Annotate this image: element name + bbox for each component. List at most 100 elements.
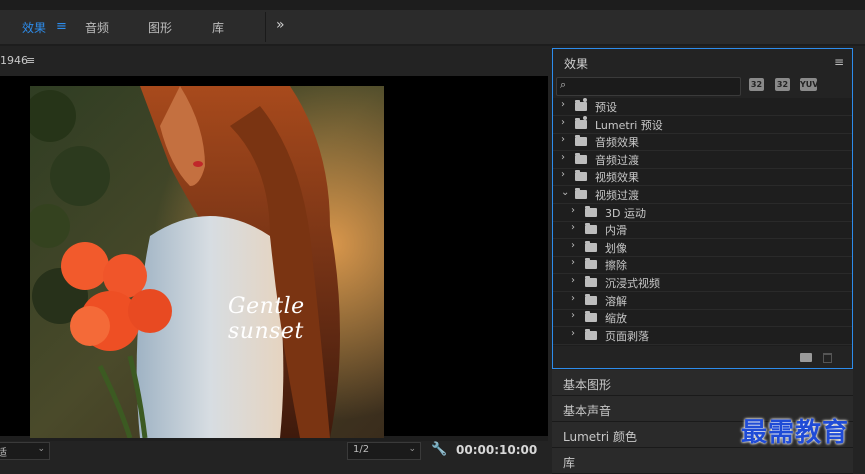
button-label: 32: [750, 80, 763, 89]
effects-tree-item[interactable]: › 沉浸式视频: [553, 274, 852, 292]
workspace-tab-graphics[interactable]: 图形: [148, 19, 172, 36]
effects-tree-item[interactable]: ⌄ 视频过渡: [553, 186, 852, 204]
folder-icon: [585, 293, 597, 305]
effects-tree-item[interactable]: › 3D 运动: [553, 204, 852, 222]
preset-badge-icon: [583, 115, 587, 120]
chevron-right-icon[interactable]: ›: [561, 134, 565, 145]
panel-menu-icon[interactable]: ≡: [26, 54, 35, 67]
effects-tree-label: 沉浸式视频: [605, 277, 660, 290]
effects-tree-item[interactable]: › 页面剥落: [553, 327, 852, 345]
folder-icon: [585, 311, 597, 323]
chevron-right-icon[interactable]: ›: [561, 99, 565, 110]
folder-icon: [585, 276, 597, 287]
effects-tree-item[interactable]: › 音频效果: [553, 133, 852, 152]
preset-badge-icon: [583, 98, 587, 102]
search-icon: ⌕: [560, 78, 567, 91]
effects-tree: › 预设 › Lumetri 预设 › 音频效果 › 音频过渡 › 视频效果 ⌄ 视频过渡 › 3D 运动…: [553, 98, 852, 346]
folder-icon: [585, 258, 597, 270]
resolution-dropdown[interactable]: 1/2 ⌄: [347, 442, 421, 460]
effects-panel: 效果 ≡ ⌕ 32 32 YUV › 预设 › Lumetri 预设 › 音频效果 › 音频过…: [552, 48, 853, 369]
effects-tree-label: 缩放: [605, 312, 627, 326]
chevron-right-icon[interactable]: ›: [561, 152, 565, 163]
effects-tree-item[interactable]: › 划像: [553, 239, 852, 257]
effects-tree-item[interactable]: › 音频过渡: [553, 151, 852, 169]
folder-icon: [575, 135, 587, 147]
effects-tree-label: 擦除: [605, 259, 627, 273]
effects-tree-label: 3D 运动: [605, 206, 646, 220]
panel-label: Lumetri 颜色: [563, 430, 637, 444]
folder-icon: [575, 188, 587, 199]
timecode-display[interactable]: 00:00:10:00: [456, 443, 537, 457]
chevron-right-icon[interactable]: ›: [571, 222, 575, 233]
panel-essential-graphics[interactable]: 基本图形: [552, 370, 853, 396]
effects-tree-item[interactable]: › 预设: [553, 98, 852, 116]
trash-icon[interactable]: [823, 353, 832, 363]
folder-icon: [585, 223, 597, 235]
effects-tree-item[interactable]: › 视频效果: [553, 168, 852, 187]
chevron-right-icon[interactable]: ›: [561, 117, 565, 128]
effects-tree-item[interactable]: › Lumetri 预设: [553, 115, 852, 134]
effects-search-input[interactable]: ⌕: [556, 77, 741, 96]
portrait-photo: [30, 86, 384, 438]
effects-tree-label: 预设: [595, 101, 617, 114]
preset-folder-icon: [575, 98, 587, 111]
workspace-tab-audio[interactable]: 音频: [85, 19, 109, 36]
video-title-overlay: Gentle sunset: [228, 294, 305, 344]
chevron-right-icon[interactable]: ›: [571, 275, 575, 286]
folder-icon: [575, 152, 587, 164]
chevron-right-icon[interactable]: ›: [561, 169, 565, 180]
effects-tree-item[interactable]: › 内滑: [553, 221, 852, 240]
folder-icon: [585, 205, 597, 217]
button-label: YUV: [800, 80, 819, 89]
effects-tree-label: 页面剥落: [605, 329, 649, 343]
hamburger-icon[interactable]: ≡: [56, 19, 67, 34]
chevron-right-icon[interactable]: ›: [571, 257, 575, 268]
chevron-down-icon: ⌄: [37, 444, 45, 454]
monitor-header: 1946 ≡: [0, 46, 548, 76]
chevron-right-icon[interactable]: ›: [571, 240, 575, 251]
chevron-right-icon[interactable]: ›: [571, 205, 575, 216]
watermark-text: 最需教育: [741, 418, 850, 448]
chevron-right-icon[interactable]: ›: [571, 293, 575, 304]
zoom-value: 适: [0, 448, 7, 459]
panel-label: 基本声音: [563, 404, 612, 418]
panel-label: 库: [563, 456, 576, 470]
yuv-effects-button[interactable]: YUV: [800, 78, 819, 91]
panel-libraries[interactable]: 库: [552, 448, 853, 474]
effects-tree-label: 溶解: [605, 294, 627, 308]
accelerated-effects-button[interactable]: 32: [749, 78, 764, 91]
effects-tree-label: 视频过渡: [595, 189, 639, 202]
chevron-down-icon[interactable]: ⌄: [561, 187, 569, 198]
chevron-down-icon: ⌄: [408, 444, 416, 454]
folder-icon: [575, 170, 587, 182]
program-monitor: 1946 ≡ Gentle sunset 适 ⌄ 1/2 ⌄ 🔧 00:00:1…: [0, 46, 548, 461]
effects-tree-label: 音频效果: [595, 136, 639, 150]
chevron-right-icon[interactable]: ›: [571, 328, 575, 339]
new-bin-icon[interactable]: [800, 353, 812, 362]
preset-folder-icon: [575, 115, 587, 129]
workspace-tab-effects[interactable]: 效果: [22, 19, 46, 36]
panel-label: 基本图形: [563, 378, 612, 392]
effects-tree-label: 内滑: [605, 224, 627, 238]
effects-tree-label: 视频效果: [595, 171, 639, 185]
effects-tree-item[interactable]: › 溶解: [553, 292, 852, 310]
wrench-icon[interactable]: 🔧: [431, 442, 447, 457]
panel-title: 效果: [564, 57, 589, 71]
effects-tree-item[interactable]: › 缩放: [553, 309, 852, 328]
workspace-strip: [0, 10, 865, 44]
effects-tree-label: 划像: [605, 241, 627, 255]
folder-icon: [585, 240, 597, 252]
workspace-tab-libraries[interactable]: 库: [212, 19, 224, 36]
effects-tree-item[interactable]: › 擦除: [553, 256, 852, 275]
32bit-effects-button[interactable]: 32: [775, 78, 790, 91]
button-label: 32: [776, 80, 789, 89]
workspace-divider: [265, 12, 266, 42]
zoom-dropdown[interactable]: 适 ⌄: [0, 442, 50, 460]
resolution-value: 1/2: [353, 444, 370, 455]
effects-tree-label: 音频过渡: [595, 153, 639, 167]
video-frame-image: Gentle sunset: [30, 86, 384, 438]
panel-menu-icon[interactable]: ≡: [834, 55, 844, 69]
folder-icon: [585, 328, 597, 340]
chevron-right-icon[interactable]: ›: [571, 310, 575, 321]
double-chevron-right-icon[interactable]: »: [276, 17, 285, 33]
